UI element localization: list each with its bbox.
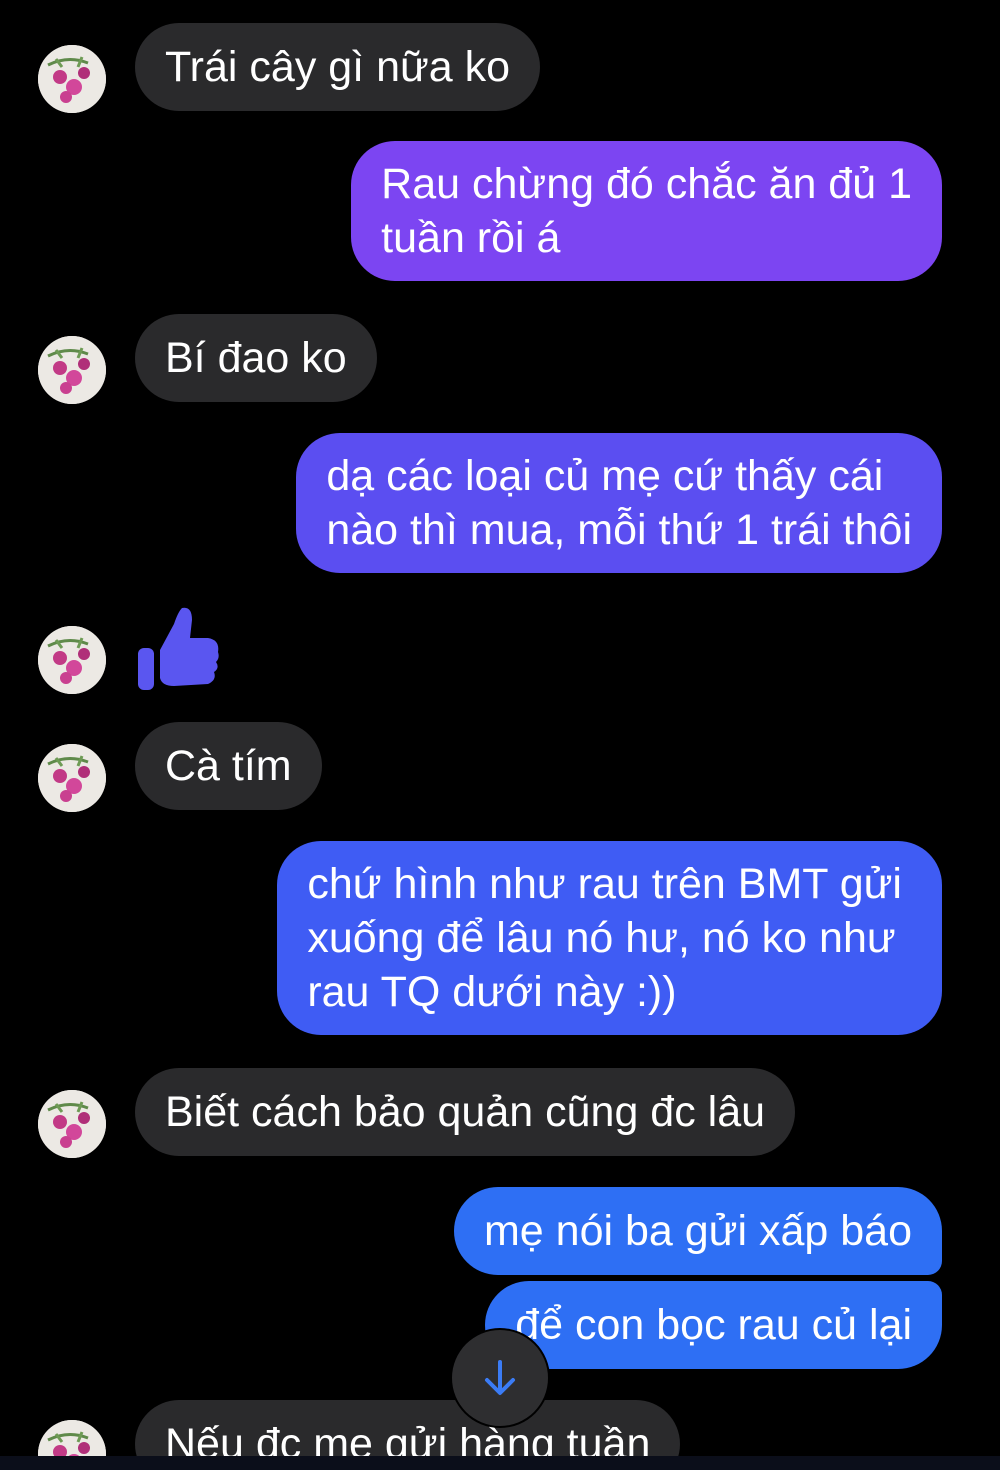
contact-avatar[interactable] — [38, 336, 106, 404]
outgoing-message[interactable]: để con bọc rau củ lại — [485, 1281, 942, 1369]
contact-avatar[interactable] — [38, 1090, 106, 1158]
contact-avatar[interactable] — [38, 744, 106, 812]
incoming-message[interactable]: Trái cây gì nữa ko — [135, 23, 541, 111]
message-text-line: nào thì mua, mỗi thứ 1 trái thôi — [326, 506, 912, 554]
message-text-line: tuần rồi á — [381, 214, 561, 262]
composer-bar-edge — [0, 1456, 1000, 1470]
message-text-line: Rau chừng đó chắc ăn đủ 1 — [381, 160, 912, 208]
flower-avatar-icon — [38, 626, 106, 694]
message-text: Trái cây gì nữa ko — [165, 43, 511, 91]
incoming-message[interactable]: Biết cách bảo quản cũng đc lâu — [135, 1068, 796, 1156]
contact-avatar[interactable] — [38, 45, 106, 113]
outgoing-message[interactable]: chứ hình như rau trên BMT gửi xuống để l… — [277, 841, 942, 1035]
chat-screen: Trái cây gì nữa ko Rau chừng đó chắc ăn … — [0, 0, 1000, 1470]
contact-avatar[interactable] — [38, 626, 106, 694]
message-text: Cà tím — [165, 742, 292, 790]
flower-avatar-icon — [38, 45, 106, 113]
message-text: Biết cách bảo quản cũng đc lâu — [165, 1088, 766, 1136]
message-text-line: chứ hình như rau trên BMT gửi — [307, 860, 902, 908]
message-text-line: rau TQ dưới này :)) — [307, 968, 677, 1016]
thumbs-up-icon[interactable] — [134, 604, 224, 694]
outgoing-message[interactable]: dạ các loại củ mẹ cứ thấy cái nào thì mu… — [296, 433, 942, 573]
flower-avatar-icon — [38, 744, 106, 812]
incoming-message[interactable]: Cà tím — [135, 722, 322, 810]
message-text-line: xuống để lâu nó hư, nó ko như — [307, 914, 896, 962]
message-text: Bí đao ko — [165, 334, 347, 382]
flower-avatar-icon — [38, 336, 106, 404]
message-text-line: dạ các loại củ mẹ cứ thấy cái — [326, 452, 884, 500]
scroll-to-bottom-button[interactable] — [452, 1330, 548, 1426]
outgoing-message[interactable]: mẹ nói ba gửi xấp báo — [453, 1187, 942, 1275]
flower-avatar-icon — [38, 1090, 106, 1158]
message-text: mẹ nói ba gửi xấp báo — [483, 1207, 912, 1255]
message-text: để con bọc rau củ lại — [515, 1301, 912, 1349]
incoming-message[interactable]: Bí đao ko — [135, 314, 377, 402]
outgoing-message[interactable]: Rau chừng đó chắc ăn đủ 1 tuần rồi á — [351, 141, 942, 281]
arrow-down-icon — [485, 1360, 515, 1395]
